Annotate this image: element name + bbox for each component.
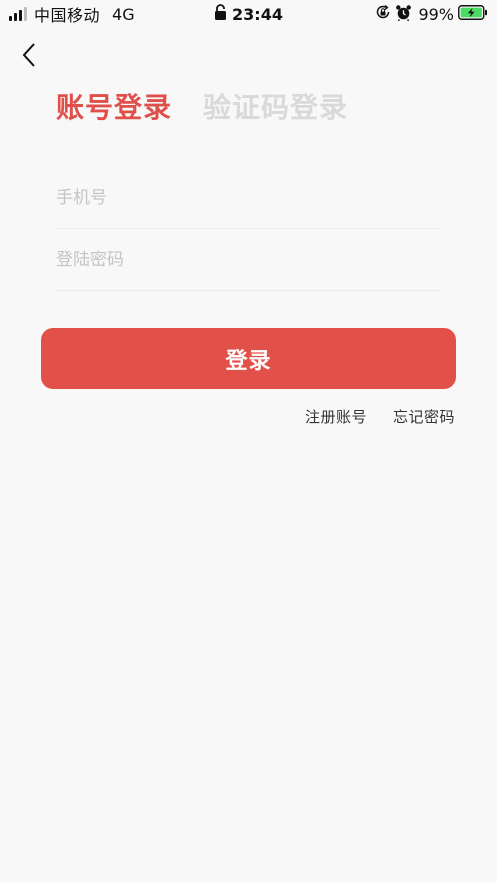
clock-time: 23:44 <box>232 5 283 24</box>
tab-account-login[interactable]: 账号登录 <box>56 86 172 126</box>
status-bar-right: 99% <box>375 4 488 24</box>
password-field <box>56 230 441 291</box>
battery-charging-icon <box>458 4 488 24</box>
phone-input[interactable] <box>56 168 441 228</box>
register-link[interactable]: 注册账号 <box>305 406 367 427</box>
login-button[interactable]: 登录 <box>41 328 456 389</box>
lock-icon <box>214 4 227 25</box>
login-tabs: 账号登录 验证码登录 <box>56 86 348 126</box>
battery-percent: 99% <box>418 4 454 24</box>
chevron-left-icon <box>21 42 37 72</box>
back-button[interactable] <box>14 40 44 74</box>
tab-code-login[interactable]: 验证码登录 <box>203 86 348 126</box>
forgot-password-link[interactable]: 忘记密码 <box>393 406 455 427</box>
rotation-lock-icon <box>375 4 391 24</box>
alarm-icon <box>395 4 412 25</box>
status-bar: 中国移动 4G 23:44 99% <box>0 0 497 28</box>
auth-links: 注册账号 忘记密码 <box>305 406 455 427</box>
phone-field <box>56 168 441 229</box>
password-input[interactable] <box>56 230 441 290</box>
